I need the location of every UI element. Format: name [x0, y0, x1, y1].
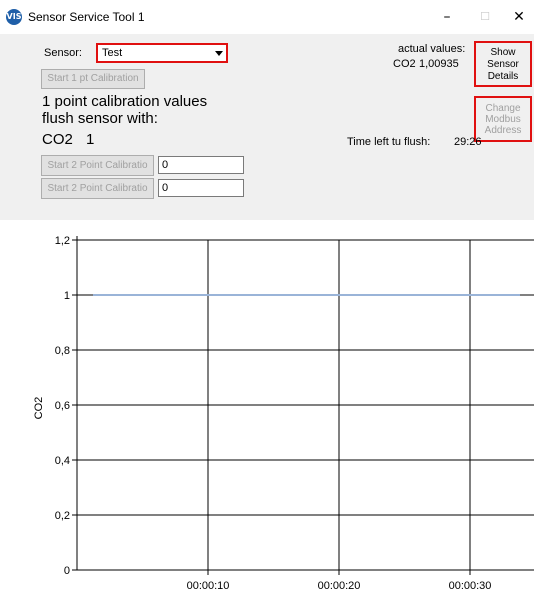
calibration-input-a[interactable]: 0: [158, 156, 244, 174]
flush-time-value: 29:26: [454, 136, 482, 148]
y-tick-label: 1,2: [55, 235, 70, 247]
co2-chart: 00,20,40,60,811,2 00:00:10 00:00:20 00:00:…: [33, 235, 534, 592]
y-tick-label: 0: [64, 565, 70, 577]
calibration-input-b[interactable]: 0: [158, 179, 244, 197]
app-icon: VIS: [6, 9, 22, 25]
x-tick-label: 00:00:20: [318, 580, 361, 592]
close-button[interactable]: ✕: [506, 6, 532, 28]
show-sensor-details-line2: Sensor: [487, 59, 519, 70]
y-axis-label: CO2: [33, 397, 45, 420]
show-sensor-details-button[interactable]: Show Sensor Details: [474, 41, 532, 87]
actual-gas-label: CO2: [393, 58, 416, 70]
start-2pt-calibration-button-b[interactable]: Start 2 Point Calibratio: [41, 178, 154, 199]
actual-gas-value: 1,00935: [419, 58, 459, 70]
chevron-down-icon: [215, 51, 223, 56]
minimize-button[interactable]: –: [432, 6, 462, 28]
sensor-label: Sensor:: [44, 47, 82, 59]
chart-grid: [77, 239, 534, 570]
change-modbus-address-line2: Modbus: [485, 114, 521, 125]
sensor-select-value: Test: [102, 47, 123, 59]
start-2pt-calibration-button-a[interactable]: Start 2 Point Calibratio: [41, 155, 154, 176]
y-tick-label: 0,4: [55, 455, 70, 467]
y-tick-label: 0,8: [55, 345, 70, 357]
start-1pt-calibration-button[interactable]: Start 1 pt Calibration: [41, 69, 145, 89]
maximize-button[interactable]: ☐: [470, 6, 500, 28]
calibration-gas-label: CO2: [42, 131, 73, 148]
y-tick-label: 0,2: [55, 510, 70, 522]
x-tick-label: 00:00:30: [449, 580, 492, 592]
flush-time-label: Time left tu flush:: [347, 136, 431, 148]
x-tick-labels: 00:00:10 00:00:20 00:00:30: [187, 580, 492, 592]
y-tick-labels: 0 0,2 0,4 0,6 0,8 1 1,2: [55, 235, 70, 577]
show-sensor-details-line3: Details: [487, 71, 519, 82]
calibration-gas-value: 1: [86, 131, 95, 148]
calibration-values-heading: 1 point calibration values: [42, 93, 208, 110]
change-modbus-address-button[interactable]: Change Modbus Address: [474, 96, 532, 142]
show-sensor-details-line1: Show: [490, 47, 516, 58]
sensor-select[interactable]: Test: [96, 43, 228, 63]
y-tick-label: 0,6: [55, 400, 70, 412]
flush-instruction: flush sensor with:: [42, 110, 158, 127]
change-modbus-address-line1: Change: [485, 103, 521, 114]
window-title: Sensor Service Tool 1: [28, 10, 145, 24]
title-bar: VIS Sensor Service Tool 1 – ☐ ✕: [0, 0, 534, 34]
change-modbus-address-line3: Address: [484, 125, 522, 136]
y-tick-label: 1: [64, 290, 70, 302]
actual-values-label: actual values:: [398, 43, 466, 55]
x-tick-label: 00:00:10: [187, 580, 230, 592]
